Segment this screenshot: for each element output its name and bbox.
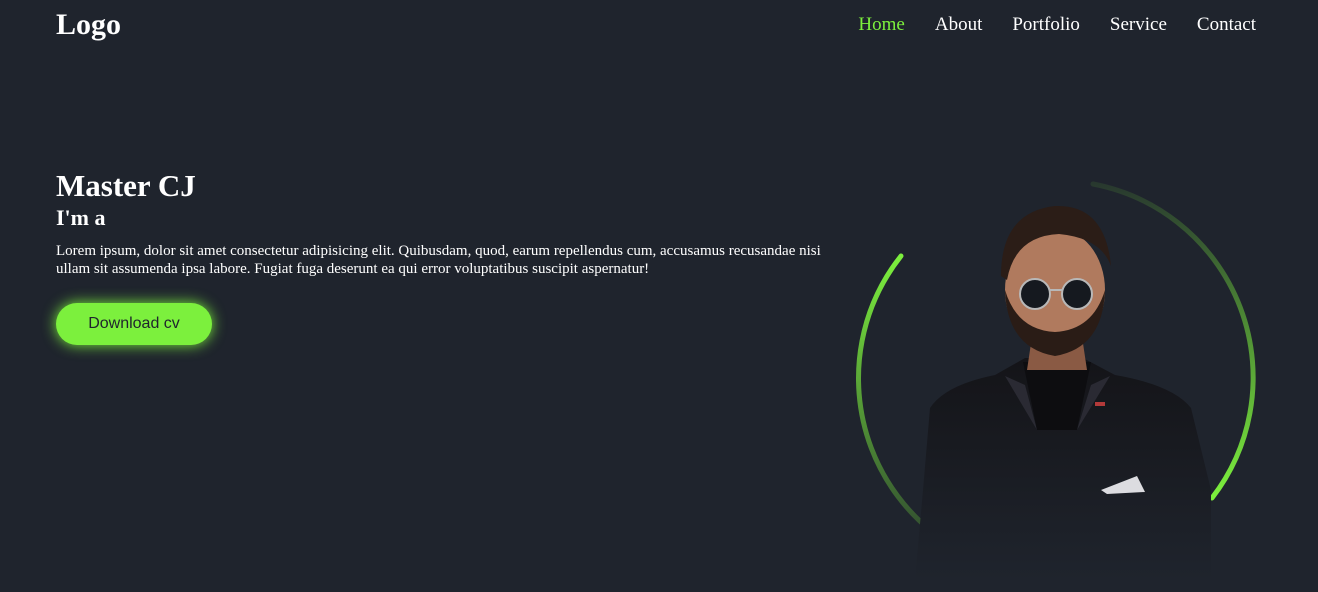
portrait-image bbox=[855, 180, 1257, 580]
download-cv-button[interactable]: Download cv bbox=[56, 303, 212, 345]
hero-name: Master CJ bbox=[56, 168, 196, 203]
hero-description: Lorem ipsum, dolor sit amet consectetur … bbox=[56, 243, 821, 277]
portrait-photo-icon bbox=[856, 181, 1256, 580]
hero-section: Master CJ I'm a Lorem ipsum, dolor sit a… bbox=[56, 168, 856, 278]
logo[interactable]: Logo bbox=[56, 8, 121, 42]
hero-subtitle: I'm a bbox=[56, 205, 106, 230]
nav-home[interactable]: Home bbox=[858, 13, 904, 37]
site-header: Logo Home About Portfolio Service Contac… bbox=[0, 0, 1318, 52]
person-figure bbox=[915, 205, 1211, 580]
nav-contact[interactable]: Contact bbox=[1197, 13, 1256, 37]
nav-portfolio[interactable]: Portfolio bbox=[1012, 13, 1080, 37]
nav-about[interactable]: About bbox=[935, 13, 983, 37]
nav-service[interactable]: Service bbox=[1110, 13, 1167, 37]
main-nav: Home About Portfolio Service Contact bbox=[858, 13, 1256, 37]
